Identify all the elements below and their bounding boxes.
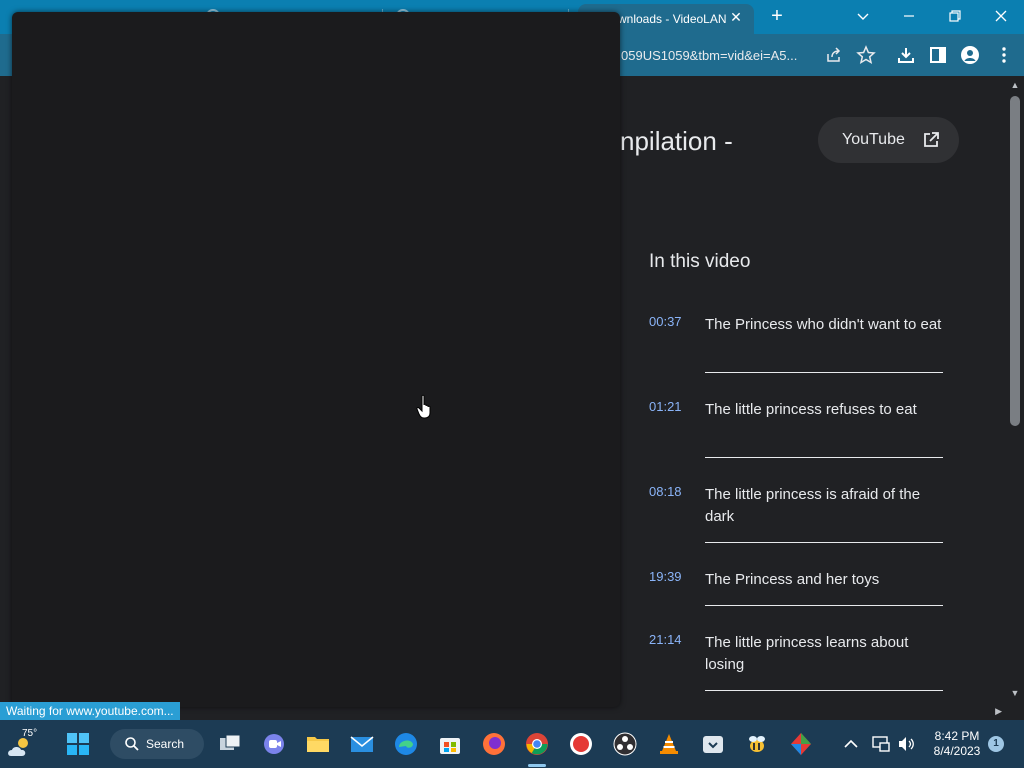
task-view-icon[interactable] [214, 728, 246, 760]
chapter-title[interactable]: The little princess refuses to eat [705, 399, 943, 421]
close-window-button[interactable] [986, 4, 1016, 28]
notification-badge[interactable]: 1 [988, 736, 1004, 752]
chapter-divider [705, 457, 943, 458]
open-youtube-button[interactable]: YouTube [818, 117, 959, 163]
taskbar-search-button[interactable]: Search [110, 729, 204, 759]
chapter-title[interactable]: The Princess who didn't want to eat [705, 314, 943, 336]
youtube-button-label: YouTube [842, 131, 905, 148]
scroll-right-arrow-icon[interactable]: ▶ [995, 706, 1002, 717]
chapter-time[interactable]: 21:14 [649, 632, 682, 647]
file-explorer-icon[interactable] [302, 728, 334, 760]
chapter-time[interactable]: 00:37 [649, 314, 682, 329]
network-icon[interactable] [868, 728, 894, 760]
video-title: npilation - [620, 126, 733, 156]
mail-icon[interactable] [346, 728, 378, 760]
chapter-time[interactable]: 01:21 [649, 399, 682, 414]
chapter-title[interactable]: The Princess and her toys [705, 569, 943, 591]
download-icon[interactable] [896, 45, 916, 65]
active-app-indicator [528, 764, 546, 767]
weather-temperature: 75° [22, 728, 38, 739]
more-menu-icon[interactable] [994, 45, 1014, 65]
profile-avatar-icon[interactable] [960, 45, 980, 65]
clock-time: 8:42 PM [934, 729, 980, 743]
weather-widget[interactable]: 75° [6, 728, 42, 760]
tab-title: wnloads - VideoLAN [618, 12, 727, 26]
search-label: Search [146, 737, 185, 751]
firefox-icon[interactable] [478, 728, 510, 760]
microsoft-store-icon[interactable] [434, 728, 466, 760]
obs-studio-icon[interactable] [609, 728, 641, 760]
show-hidden-icons-chevron-icon[interactable] [838, 728, 864, 760]
screen-recorder-icon[interactable] [565, 728, 597, 760]
kite-app-icon[interactable] [785, 728, 817, 760]
scroll-up-arrow-icon[interactable]: ▲ [1010, 80, 1020, 90]
chapter-time[interactable]: 08:18 [649, 484, 682, 499]
chapter-divider [705, 605, 943, 606]
tab-search-chevron-icon[interactable] [848, 4, 878, 28]
chapter-title[interactable]: The little princess is afraid of the dar… [705, 484, 943, 528]
share-icon[interactable] [824, 45, 844, 65]
close-tab-icon[interactable]: ✕ [728, 9, 744, 25]
clock[interactable]: 8:42 PM 8/4/2023 [930, 729, 984, 759]
edge-browser-icon[interactable] [390, 728, 422, 760]
vlc-icon[interactable] [653, 728, 685, 760]
video-preview-overlay[interactable] [12, 12, 620, 707]
chapter-title[interactable]: The little princess learns about losing [705, 632, 943, 676]
tray-app-icon[interactable] [697, 728, 729, 760]
teams-chat-icon[interactable] [258, 728, 290, 760]
status-bar-text: Waiting for www.youtube.com... [0, 702, 180, 720]
start-button[interactable] [62, 728, 94, 760]
chapter-time[interactable]: 19:39 [649, 569, 682, 584]
search-icon [125, 737, 139, 751]
chrome-icon[interactable] [521, 728, 553, 760]
external-link-icon [924, 132, 939, 147]
scrollbar-thumb[interactable] [1010, 96, 1020, 426]
chapters-heading: In this video [649, 251, 751, 272]
clock-date: 8/4/2023 [933, 744, 981, 758]
minimize-button[interactable] [894, 4, 924, 28]
chapter-divider [705, 372, 943, 373]
taskbar: 75° Search 8:42 PM 8/4/2023 1 [0, 720, 1024, 768]
volume-icon[interactable] [894, 728, 920, 760]
bookmark-star-icon[interactable] [856, 45, 876, 65]
vertical-scrollbar[interactable]: ▲ ▼ [1006, 76, 1024, 704]
address-bar-url[interactable]: 059US1059&tbm=vid&ei=A5... [621, 48, 797, 63]
chapter-divider [705, 542, 943, 543]
new-tab-button[interactable]: + [766, 6, 788, 28]
side-panel-icon[interactable] [928, 45, 948, 65]
hand-cursor-icon [416, 394, 431, 419]
bee-app-icon[interactable] [741, 728, 773, 760]
scroll-down-arrow-icon[interactable]: ▼ [1010, 688, 1020, 698]
chapter-divider [705, 690, 943, 691]
restore-button[interactable] [940, 4, 970, 28]
